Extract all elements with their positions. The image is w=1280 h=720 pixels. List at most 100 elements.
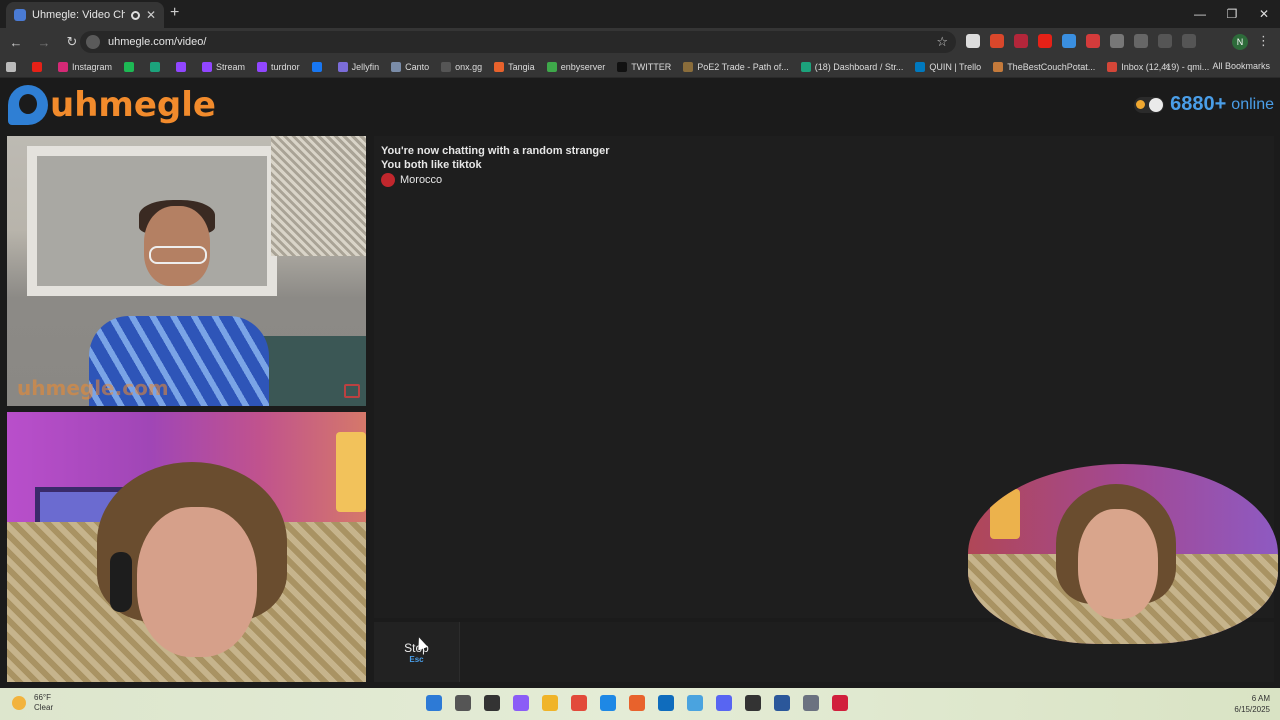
site-logo[interactable]: uhmegle xyxy=(8,84,216,126)
settings-icon[interactable] xyxy=(803,695,819,711)
clock-time: 6 AM xyxy=(1251,694,1270,703)
logo-text: uhmegle xyxy=(50,85,216,125)
bookmark-item[interactable] xyxy=(124,61,138,72)
system-clock[interactable]: 6 AM 6/15/2025 xyxy=(1234,693,1270,715)
bookmark-label: PoE2 Trade - Path of... xyxy=(697,61,789,72)
bookmark-item[interactable] xyxy=(32,61,46,72)
bookmark-star-icon[interactable]: ☆ xyxy=(936,34,948,50)
bookmark-favicon-icon xyxy=(915,61,926,72)
bookmark-item[interactable]: PoE2 Trade - Path of... xyxy=(683,61,789,72)
browser-menu-icon[interactable]: ⋮ xyxy=(1257,33,1270,49)
edge-icon[interactable] xyxy=(600,695,616,711)
copilot-icon[interactable] xyxy=(513,695,529,711)
bookmark-label: (18) Dashboard / Str... xyxy=(814,61,904,72)
theme-toggle[interactable] xyxy=(1134,96,1165,113)
downloads-icon[interactable] xyxy=(1158,34,1172,48)
bookmarks-overflow-button[interactable]: » xyxy=(1165,61,1170,71)
weather-widget[interactable]: 66°F Clear xyxy=(12,693,53,713)
logo-mark-icon xyxy=(8,85,48,125)
self-person xyxy=(92,462,292,682)
sun-icon xyxy=(1136,99,1146,109)
bookmark-label: QUIN | Trello xyxy=(929,61,982,72)
obs-icon[interactable] xyxy=(745,695,761,711)
bookmark-item[interactable]: (18) Dashboard / Str... xyxy=(800,61,904,72)
chat-input[interactable] xyxy=(466,622,966,682)
extension-translate-icon[interactable] xyxy=(1062,34,1076,48)
windows-taskbar: 66°F Clear 6 AM 6/15/2025 xyxy=(0,688,1280,720)
bookmark-item[interactable]: onx.gg xyxy=(441,61,483,72)
bookmark-favicon-icon xyxy=(311,61,322,72)
report-flag-icon[interactable] xyxy=(344,384,360,398)
bookmark-item[interactable]: TWITTER xyxy=(617,61,671,72)
extension-maple-icon[interactable] xyxy=(990,34,1004,48)
close-window-button[interactable]: ✕ xyxy=(1248,0,1280,28)
bookmark-label: Instagram xyxy=(72,61,113,72)
online-count: 6880+ xyxy=(1170,93,1227,115)
new-tab-button[interactable]: + xyxy=(170,4,179,22)
site-favicon-icon xyxy=(14,9,26,21)
extension-youtube-icon[interactable] xyxy=(1038,34,1052,48)
bookmark-label: Canto xyxy=(405,61,430,72)
app-orange-icon[interactable] xyxy=(629,695,645,711)
task-view-icon[interactable] xyxy=(484,695,500,711)
restore-button[interactable]: ❐ xyxy=(1216,0,1248,28)
profile-avatar[interactable]: N xyxy=(1232,34,1248,50)
all-bookmarks-button[interactable]: All Bookmarks xyxy=(1212,61,1270,71)
chrome-icon[interactable] xyxy=(571,695,587,711)
app-red-icon[interactable] xyxy=(832,695,848,711)
search-icon[interactable] xyxy=(455,695,471,711)
reading-mode-icon[interactable] xyxy=(1134,34,1148,48)
site-info-icon[interactable] xyxy=(86,35,100,49)
back-button[interactable]: ← xyxy=(4,35,28,50)
bookmark-favicon-icon xyxy=(391,61,402,72)
bookmark-item[interactable] xyxy=(176,61,190,72)
bookmark-favicon-icon xyxy=(257,61,268,72)
bookmark-item[interactable]: Instagram xyxy=(58,61,113,72)
stop-button[interactable]: Stop Esc xyxy=(374,622,460,682)
bookmark-favicon-icon xyxy=(546,61,557,72)
country-label: Morocco xyxy=(400,174,443,186)
bookmark-item[interactable]: Inbox (12,419) - qmi... xyxy=(1107,61,1209,72)
extensions-puzzle-icon[interactable] xyxy=(1110,34,1124,48)
app-c-icon[interactable] xyxy=(687,695,703,711)
bookmark-item[interactable]: Jellyfin xyxy=(337,61,379,72)
url-text: uhmegle.com/video/ xyxy=(108,36,207,48)
bookmarks-bar: Instagram Stream turdnor Jellyfin Canto onx.g… xyxy=(0,56,1280,78)
close-tab-icon[interactable]: ✕ xyxy=(146,8,156,22)
browser-tab[interactable]: Uhmegle: Video Chat | Om ✕ xyxy=(6,2,164,28)
discord-icon[interactable] xyxy=(716,695,732,711)
bookmark-favicon-icon xyxy=(993,61,1004,72)
clock-date: 6/15/2025 xyxy=(1234,705,1270,714)
bookmark-item[interactable]: enbyserver xyxy=(546,61,606,72)
file-explorer-icon[interactable] xyxy=(542,695,558,711)
extension-red-icon[interactable] xyxy=(1086,34,1100,48)
bookmark-item[interactable]: turdnor xyxy=(257,61,300,72)
outlook-icon[interactable] xyxy=(658,695,674,711)
address-bar[interactable]: uhmegle.com/video/ ☆ xyxy=(80,31,956,53)
bookmark-item[interactable]: Canto xyxy=(391,61,430,72)
extensions-area xyxy=(966,34,1196,48)
bookmark-favicon-icon xyxy=(176,61,187,72)
bookmark-item[interactable]: Stream xyxy=(202,61,245,72)
minimize-button[interactable]: — xyxy=(1184,0,1216,28)
bookmark-favicon-icon xyxy=(124,61,135,72)
bookmark-item[interactable]: Tangia xyxy=(494,61,535,72)
self-preview-overlay[interactable] xyxy=(968,464,1278,644)
bookmark-label: enbyserver xyxy=(560,61,606,72)
bookmark-item[interactable] xyxy=(150,61,164,72)
extension-badge-icon[interactable] xyxy=(1014,34,1028,48)
start-icon[interactable] xyxy=(426,695,442,711)
bookmark-item[interactable]: QUIN | Trello xyxy=(915,61,982,72)
forward-button[interactable]: → xyxy=(32,35,56,50)
bookmark-item[interactable]: TheBestCouchPotat... xyxy=(993,61,1095,72)
bookmark-favicon-icon xyxy=(202,61,213,72)
notepad-icon[interactable] xyxy=(774,695,790,711)
bookmark-label: onx.gg xyxy=(455,61,483,72)
bookmark-item[interactable] xyxy=(311,61,326,72)
media-controls-icon[interactable] xyxy=(1182,34,1196,48)
apps-grid-icon[interactable] xyxy=(6,61,20,72)
recording-icon xyxy=(130,10,140,20)
bookmark-label: Tangia xyxy=(508,61,535,72)
extension-k-icon[interactable] xyxy=(966,34,980,48)
bookmark-favicon-icon xyxy=(58,61,68,72)
